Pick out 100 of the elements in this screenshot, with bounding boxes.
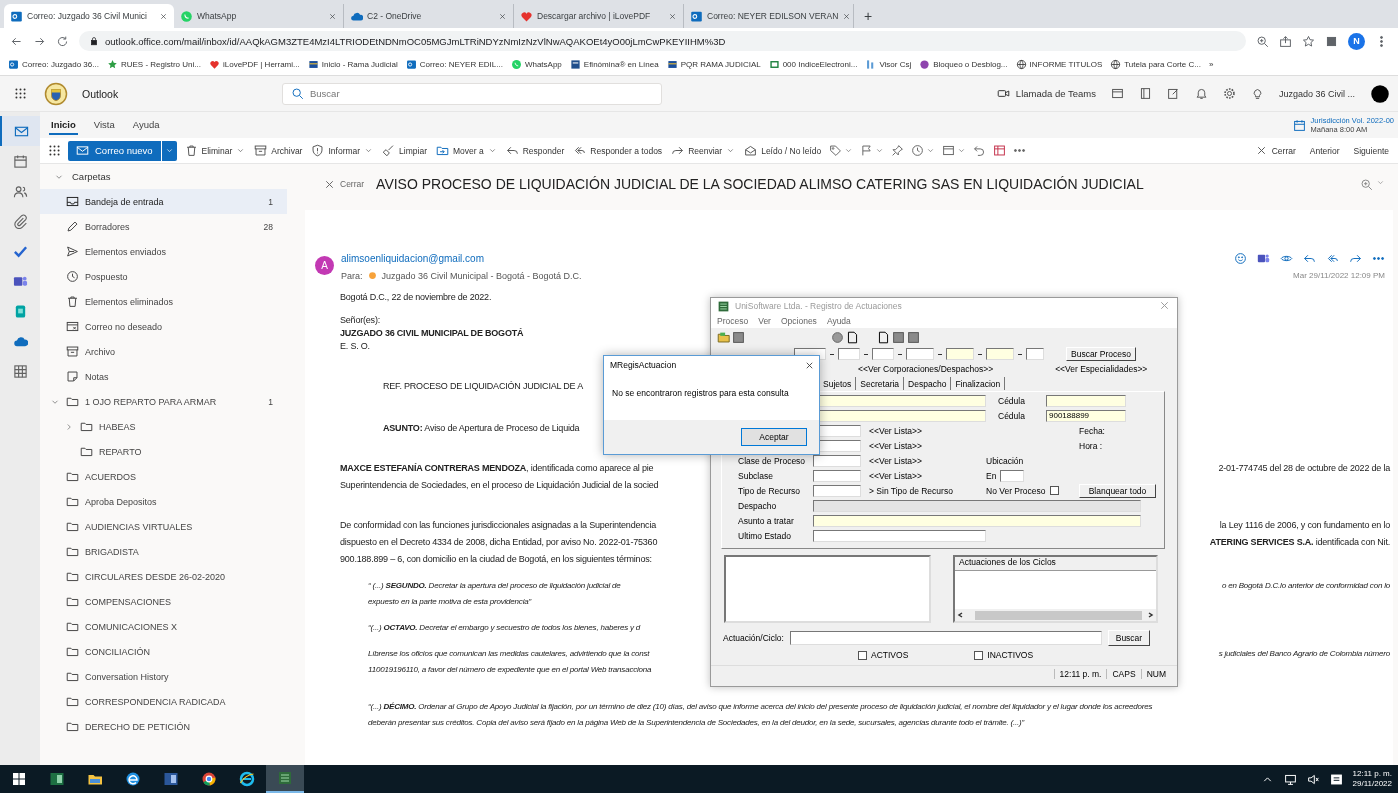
new-mail-button[interactable]: Correo nuevo: [68, 140, 161, 161]
checkbox[interactable]: [858, 650, 867, 660]
folder-item[interactable]: Borradores 28: [40, 214, 287, 239]
input-field[interactable]: [813, 514, 1141, 527]
bookmark[interactable]: iLovePDF | Herrami...: [208, 59, 300, 70]
windows-start-icon[interactable]: [11, 771, 27, 787]
folder-item[interactable]: Bandeja de entrada 1: [40, 189, 287, 214]
menu-icon[interactable]: [48, 144, 61, 157]
ribbon-tab[interactable]: Vista: [91, 115, 117, 135]
close-icon[interactable]: [842, 11, 852, 21]
compose-icon[interactable]: [1166, 87, 1180, 100]
scrollbar[interactable]: [955, 609, 1156, 621]
folder-item[interactable]: 1 OJO REPARTO PARA ARMAR 1: [40, 389, 287, 414]
emoji-icon[interactable]: [1234, 252, 1247, 265]
folder-item[interactable]: Elementos enviados: [40, 239, 287, 264]
close-icon[interactable]: [668, 11, 677, 21]
folder-item[interactable]: Notas: [40, 364, 287, 389]
folders-header[interactable]: Carpetas: [72, 171, 111, 182]
folder-item[interactable]: Pospuesto: [40, 264, 287, 289]
input-field[interactable]: [1000, 469, 1025, 482]
clock-date[interactable]: 29/11/2022: [1352, 779, 1392, 789]
input-field[interactable]: [813, 529, 986, 542]
address-bar[interactable]: outlook.office.com/mail/inbox/id/AAQkAGM3ZTE4MzI4LTRIODEtNDNmOC05MGJmLTRiNDYzNmIzNzVlNwAQAKOEt4yO00jLmCwPKEYIIHM%3D: [79, 31, 1246, 51]
bookmark[interactable]: INFORME TITULOS: [1015, 59, 1103, 70]
profile-avatar[interactable]: N: [1348, 32, 1365, 50]
folder-item[interactable]: ACUERDOS: [40, 464, 287, 489]
close-icon[interactable]: [328, 11, 337, 21]
bell-icon[interactable]: [1194, 87, 1208, 100]
search-process-button[interactable]: Buscar Proceso: [1066, 347, 1136, 361]
bookmark[interactable]: Bloqueo o Desblog...: [919, 59, 1008, 70]
bookmark[interactable]: Inicio - Rama Judicial: [307, 59, 398, 70]
search-field[interactable]: Buscar: [282, 82, 662, 105]
list-box[interactable]: [724, 555, 931, 623]
close-icon[interactable]: [498, 11, 507, 21]
document-icon[interactable]: [846, 330, 859, 344]
folder-item[interactable]: AUDIENCIAS VIRTUALES: [40, 514, 287, 539]
trash-button[interactable]: Eliminar: [183, 144, 247, 157]
forward-button[interactable]: Reenviar: [670, 144, 737, 157]
folder-item[interactable]: BRIGADISTA: [40, 539, 287, 564]
menu-item[interactable]: Ver: [758, 316, 771, 326]
teams-icon[interactable]: [1257, 252, 1270, 265]
input-field[interactable]: [813, 484, 861, 497]
square-icon[interactable]: [892, 330, 905, 344]
network-icon[interactable]: [1283, 772, 1297, 786]
broom-button[interactable]: Limpiar: [381, 144, 428, 157]
star-icon[interactable]: [1302, 34, 1315, 48]
reload-icon[interactable]: [56, 34, 69, 48]
folder-item[interactable]: Aproba Depositos: [40, 489, 287, 514]
accept-button[interactable]: Aceptar: [741, 428, 807, 446]
recipient[interactable]: Juzgado 36 Civil Municipal - Bogotá - Bogotá D.C.: [381, 270, 582, 281]
input-field[interactable]: 900188899: [1046, 409, 1126, 422]
pin-button[interactable]: [891, 144, 905, 157]
list-box[interactable]: Actuaciones de los Ciclos: [953, 555, 1158, 623]
input-field[interactable]: [1046, 394, 1126, 407]
shield-button[interactable]: Informar: [310, 144, 375, 157]
folder-item[interactable]: CORRESPONDENCIA RADICADA: [40, 689, 287, 714]
forward-icon[interactable]: [1349, 252, 1362, 265]
settings-icon[interactable]: [1222, 87, 1236, 100]
list-link[interactable]: <<Ver Lista>>: [869, 470, 986, 481]
open-envelope-button[interactable]: Leído / No leído: [743, 144, 823, 157]
bookmark[interactable]: Correo: NEYER EDIL...: [405, 59, 503, 70]
square-icon[interactable]: [907, 330, 920, 344]
folder-item[interactable]: Elementos eliminados: [40, 289, 287, 314]
next-button[interactable]: Siguiente: [1352, 145, 1390, 156]
clear-all-button[interactable]: Blanquear todo: [1079, 483, 1156, 498]
input-field[interactable]: [838, 348, 860, 360]
bookmark[interactable]: PQR RAMA JUDICIAL: [666, 59, 761, 70]
bookmark[interactable]: Correo: Juzgado 36...: [8, 59, 99, 70]
ribbon-tab[interactable]: Ayuda: [130, 115, 162, 135]
reply-icon[interactable]: [1303, 252, 1316, 265]
new-tab-button[interactable]: +: [854, 4, 883, 28]
search-button[interactable]: Buscar: [1107, 630, 1150, 646]
square-icon[interactable]: [1325, 34, 1338, 48]
notification-icon[interactable]: [1329, 772, 1343, 786]
input-field[interactable]: [906, 348, 934, 360]
bookmark[interactable]: RUES - Registro Uni...: [106, 59, 201, 70]
folder-item[interactable]: DERECHO DE PETICIÓN: [40, 714, 287, 739]
folder-item[interactable]: Conversation History: [40, 664, 287, 689]
undo-button[interactable]: [973, 144, 987, 157]
ribbon-tab[interactable]: Inicio: [49, 115, 78, 135]
notebook-icon[interactable]: [1138, 87, 1152, 100]
folder-arrow-button[interactable]: Mover a: [435, 144, 498, 157]
list-link[interactable]: <<Ver Lista>>: [869, 440, 986, 451]
bookmark[interactable]: WhatsApp: [510, 59, 562, 70]
bookmark[interactable]: 000 IndiceElectroni...: [768, 59, 858, 70]
input-field[interactable]: [946, 348, 974, 360]
table-button[interactable]: [993, 144, 1007, 157]
folder-item[interactable]: HABEAS: [40, 414, 287, 439]
checkbox[interactable]: [1049, 486, 1059, 495]
reply-all-button[interactable]: Responder a todos: [572, 144, 664, 157]
archive-button[interactable]: Archivar: [253, 144, 304, 157]
input-field[interactable]: [1026, 348, 1044, 360]
window-button[interactable]: [942, 144, 967, 157]
sender-address[interactable]: alimsoenliquidacion@gmail.com: [341, 253, 484, 264]
clock-button[interactable]: [911, 144, 936, 157]
bookmark[interactable]: Tutela para Corte C...: [1110, 59, 1201, 70]
share-icon[interactable]: [1279, 34, 1292, 48]
folder-item[interactable]: Archivo: [40, 339, 287, 364]
zoom-icon[interactable]: [1256, 34, 1269, 48]
square-icon[interactable]: [732, 330, 745, 344]
